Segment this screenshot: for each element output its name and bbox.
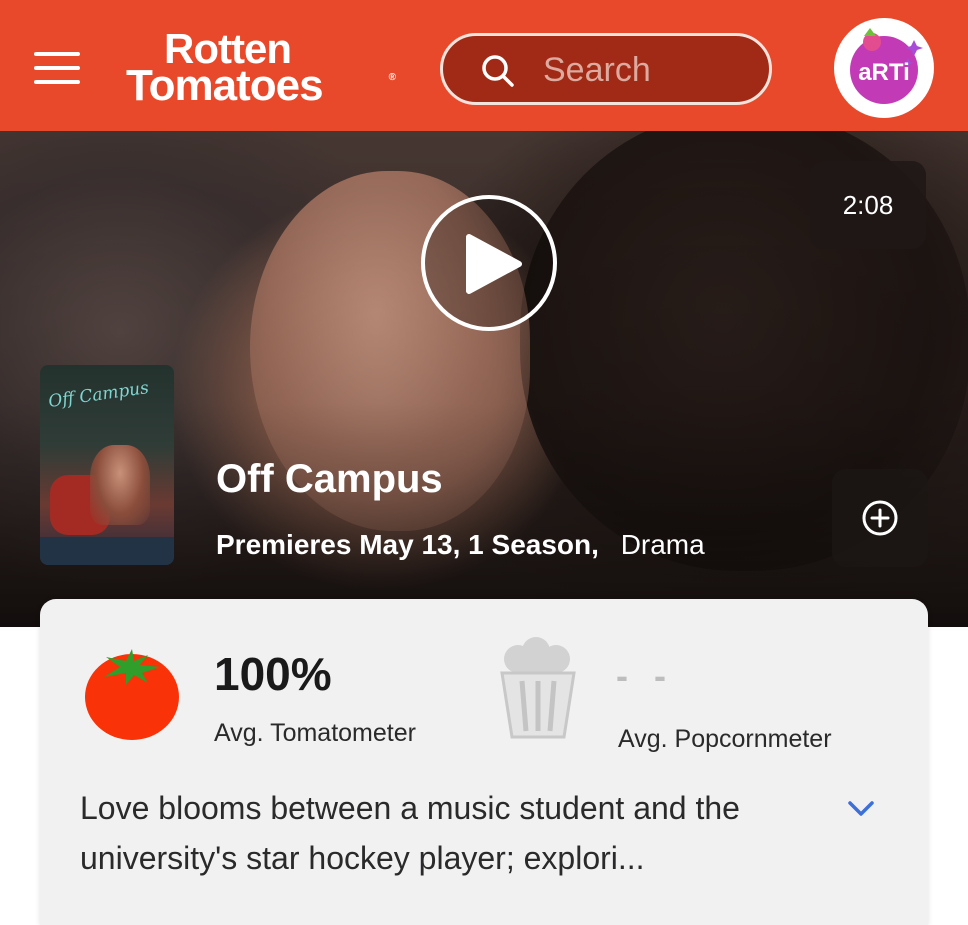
poster-figure (90, 445, 150, 525)
play-icon (466, 234, 522, 294)
menu-button[interactable] (34, 49, 80, 87)
poster-title: Off Campus (47, 378, 151, 412)
user-avatar[interactable]: aRTi (834, 18, 934, 118)
show-meta: Premieres May 13, 1 Season, Drama (216, 529, 705, 561)
search-placeholder: Search (543, 51, 651, 89)
plus-circle-icon (862, 500, 898, 536)
season-count: 1 Season, (468, 529, 599, 560)
synopsis-text: Love blooms between a music student and … (80, 790, 740, 876)
menu-bar (34, 52, 80, 56)
tomatometer-label: Avg. Tomatometer (214, 719, 416, 747)
search-icon (482, 55, 514, 87)
show-poster[interactable]: Off Campus (40, 365, 174, 565)
logo-line-2: Tomatoes (126, 61, 324, 110)
score-card: 100% Avg. Tomatometer - - Avg. Popcornme… (40, 599, 928, 925)
avatar-text: aRTi (858, 59, 910, 86)
poster-footer-strip (40, 537, 174, 565)
add-to-watchlist-button[interactable] (832, 469, 928, 567)
popcornmeter-score: - - (616, 655, 674, 696)
menu-bar (34, 66, 80, 70)
menu-bar (34, 80, 80, 84)
hero-video[interactable]: 2:08 Off Campus Off Campus Premieres May… (0, 131, 968, 627)
genre: Drama (620, 529, 705, 560)
rotten-tomatoes-logo[interactable]: Rotten Tomatoes ® (124, 22, 396, 112)
video-duration-badge: 2:08 (810, 161, 926, 249)
popcornmeter-label: Avg. Popcornmeter (618, 725, 832, 753)
show-title: Off Campus (216, 457, 443, 501)
premiere-date: Premieres May 13, (216, 529, 461, 560)
play-button[interactable] (421, 195, 557, 331)
chevron-down-icon[interactable] (846, 797, 876, 821)
popcorn-bucket-icon (500, 637, 576, 739)
tomato-icon (85, 649, 179, 740)
search-input[interactable]: Search (440, 33, 772, 105)
app-header: Rotten Tomatoes ® Search aRTi (0, 0, 968, 131)
avatar-badge-icon: aRTi (850, 28, 923, 104)
logo-registered-mark: ® (388, 72, 396, 83)
tomatometer-score: 100% (214, 648, 332, 700)
